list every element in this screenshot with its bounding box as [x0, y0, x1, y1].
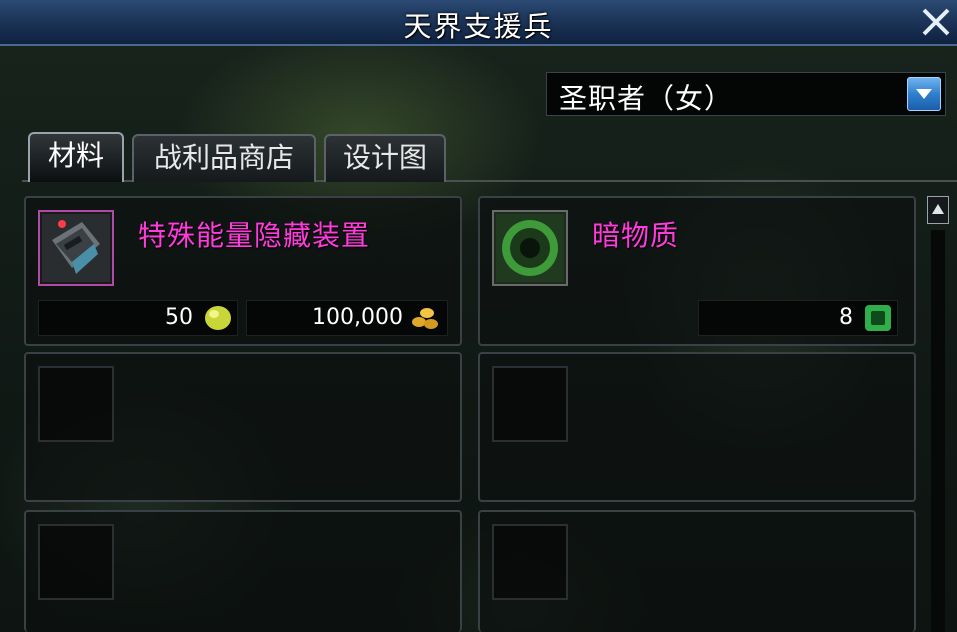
shop-item-slot[interactable]: 特殊能量隐藏装置 50 100,000: [24, 196, 462, 346]
empty-item-slot: [478, 352, 916, 502]
energy-device-icon: [42, 214, 110, 282]
class-dropdown-value: 圣职者（女）: [559, 82, 734, 115]
dark-matter-icon: [496, 214, 564, 282]
empty-icon-frame: [492, 524, 568, 600]
class-dropdown[interactable]: 圣职者（女）: [546, 72, 946, 116]
empty-item-slot: [478, 510, 916, 632]
price-value: 8: [839, 305, 853, 330]
yellow-gem-icon: [205, 306, 231, 330]
price-value: 50: [165, 305, 193, 330]
window-title: 天界支援兵: [403, 10, 554, 43]
scroll-up-icon: [932, 204, 944, 214]
price-field: 50: [38, 300, 238, 336]
empty-icon-frame: [492, 366, 568, 442]
chevron-down-icon: [916, 89, 932, 99]
scrollbar-track[interactable]: [931, 230, 945, 632]
tab-loot-shop[interactable]: 战利品商店: [132, 134, 316, 182]
price-value: 100,000: [312, 305, 403, 330]
dropdown-button[interactable]: [907, 77, 941, 111]
gold-coins-icon: [412, 308, 438, 329]
tab-blueprints[interactable]: 设计图: [324, 134, 446, 182]
item-icon-frame: [38, 210, 114, 286]
close-button[interactable]: [918, 4, 954, 40]
item-name: 暗物质: [592, 219, 680, 252]
empty-item-slot: [24, 510, 462, 632]
empty-icon-frame: [38, 524, 114, 600]
empty-icon-frame: [38, 366, 114, 442]
tab-materials[interactable]: 材料: [28, 132, 124, 182]
item-name: 特殊能量隐藏装置: [138, 219, 371, 252]
shop-item-slot[interactable]: 暗物质 8: [478, 196, 916, 346]
empty-item-slot: [24, 352, 462, 502]
price-field: 8: [698, 300, 898, 336]
green-gem-icon: [865, 305, 891, 331]
close-icon: [922, 8, 950, 36]
scroll-up-button[interactable]: [927, 196, 949, 224]
item-icon-frame: [492, 210, 568, 286]
price-field: 100,000: [246, 300, 448, 336]
title-bar: 天界支援兵: [0, 0, 957, 46]
